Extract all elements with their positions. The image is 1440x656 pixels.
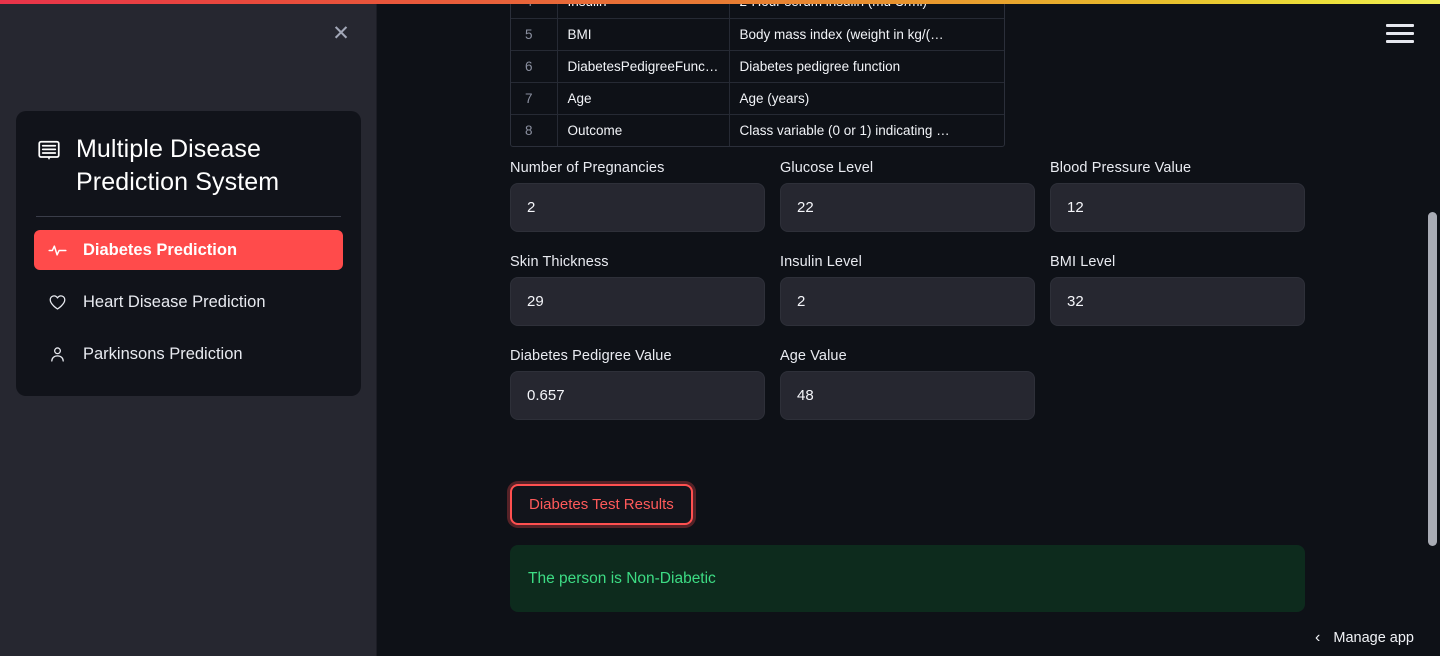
- sidebar: ✕ Multiple Disease Prediction System Dia…: [0, 0, 377, 656]
- menu-title-text: Multiple Disease Prediction System: [76, 135, 280, 196]
- field-blood-pressure-value: Blood Pressure Value: [1050, 160, 1305, 232]
- hamburger-menu-icon[interactable]: [1386, 20, 1414, 46]
- table-cell-description: Diabetes pedigree function: [729, 50, 1004, 83]
- table-cell-index: 7: [511, 82, 558, 115]
- streamlit-app-window: ✕ Multiple Disease Prediction System Dia…: [0, 0, 1440, 656]
- form-row: Diabetes Pedigree Value Age Value: [510, 348, 1305, 420]
- field-bmi-level: BMI Level: [1050, 254, 1305, 326]
- field-label: Insulin Level: [780, 254, 862, 270]
- table-row: 6 DiabetesPedigreeFunction Diabetes pedigr…: [511, 50, 1004, 83]
- field-diabetes-pedigree-value: Diabetes Pedigree Value: [510, 348, 765, 420]
- chevron-left-icon: ‹: [1315, 629, 1321, 646]
- sidebar-close-button[interactable]: ✕: [326, 18, 356, 48]
- field-skin-thickness: Skin Thickness: [510, 254, 765, 326]
- field-label: BMI Level: [1050, 254, 1116, 270]
- hamburger-bar: [1386, 23, 1414, 27]
- hamburger-bar: [1386, 39, 1414, 43]
- table-cell-description: Body mass index (weight in kg/(…: [729, 18, 1004, 51]
- sidebar-item-label: Parkinsons Prediction: [83, 344, 243, 363]
- person-icon: [48, 345, 67, 364]
- table-cell-index: 6: [511, 50, 558, 83]
- top-progress-bar: [0, 0, 1440, 4]
- hamburger-bar: [1386, 31, 1414, 35]
- field-label: Glucose Level: [780, 160, 874, 176]
- main-content: 4 Insulin 2-Hour serum insulin (mu U/ml) 5 B…: [377, 0, 1440, 656]
- sidebar-item-label: Diabetes Prediction: [83, 240, 238, 259]
- menu-divider: [36, 216, 341, 217]
- table-cell-name: Outcome: [557, 114, 730, 146]
- field-label: Age Value: [780, 348, 847, 364]
- field-number-of-pregnancies: Number of Pregnancies: [510, 160, 765, 232]
- prediction-result-alert: The person is Non-Diabetic: [510, 545, 1305, 612]
- table-cell-description: Age (years): [729, 82, 1004, 115]
- dataset-description-table[interactable]: 4 Insulin 2-Hour serum insulin (mu U/ml) 5 B…: [510, 0, 1005, 147]
- manage-app-button[interactable]: ‹ Manage app: [1315, 629, 1414, 647]
- navigation-menu-card: Multiple Disease Prediction System Diabe…: [16, 111, 361, 396]
- table-cell-index: 8: [511, 114, 558, 146]
- blood-pressure-input[interactable]: [1050, 183, 1305, 232]
- glucose-input[interactable]: [780, 183, 1035, 232]
- menu-title: Multiple Disease Prediction System: [34, 129, 343, 199]
- diabetes-pedigree-input[interactable]: [510, 371, 765, 420]
- table-row: 7 Age Age (years): [511, 82, 1004, 115]
- sidebar-item-parkinsons-prediction[interactable]: Parkinsons Prediction: [34, 334, 343, 374]
- age-input[interactable]: [780, 371, 1035, 420]
- table-cell-index: 5: [511, 18, 558, 51]
- table-cell-description: Class variable (0 or 1) indicating …: [739, 122, 950, 138]
- field-glucose-level: Glucose Level: [780, 160, 1035, 232]
- field-insulin-level: Insulin Level: [780, 254, 1035, 326]
- close-icon: ✕: [332, 21, 350, 45]
- heart-icon: [48, 293, 67, 312]
- table-cell-name: Age: [557, 82, 730, 115]
- form-row: Skin Thickness Insulin Level BMI Level: [510, 254, 1305, 326]
- pregnancies-input[interactable]: [510, 183, 765, 232]
- submit-button-wrapper: Diabetes Test Results: [510, 484, 693, 525]
- sidebar-item-heart-disease-prediction[interactable]: Heart Disease Prediction: [34, 282, 343, 322]
- field-label: Number of Pregnancies: [510, 160, 665, 176]
- field-label: Blood Pressure Value: [1050, 160, 1192, 176]
- field-age-value: Age Value: [780, 348, 1035, 420]
- skin-thickness-input[interactable]: [510, 277, 765, 326]
- activity-pulse-icon: [48, 241, 67, 260]
- table-cell-name: DiabetesPedigreeFunction: [557, 50, 730, 83]
- form-row: Number of Pregnancies Glucose Level Bloo…: [510, 160, 1305, 232]
- table-row: 8 Outcome Class variable (0 or 1) indicati…: [511, 114, 1004, 146]
- manage-app-label: Manage app: [1333, 630, 1414, 646]
- prediction-result-text: The person is Non-Diabetic: [528, 569, 716, 587]
- field-label: Skin Thickness: [510, 254, 609, 270]
- table-cell-name: BMI: [557, 18, 730, 51]
- article-icon: [36, 138, 62, 173]
- table-row: 5 BMI Body mass index (weight in kg/(…: [511, 18, 1004, 51]
- sidebar-item-diabetes-prediction[interactable]: Diabetes Prediction: [34, 230, 343, 270]
- sidebar-item-label: Heart Disease Prediction: [83, 292, 266, 311]
- bmi-input[interactable]: [1050, 277, 1305, 326]
- diabetes-test-results-button[interactable]: Diabetes Test Results: [510, 484, 693, 525]
- insulin-input[interactable]: [780, 277, 1035, 326]
- field-label: Diabetes Pedigree Value: [510, 348, 672, 364]
- prediction-input-form: Number of Pregnancies Glucose Level Bloo…: [510, 160, 1305, 442]
- vertical-scrollbar-thumb[interactable]: [1428, 212, 1437, 546]
